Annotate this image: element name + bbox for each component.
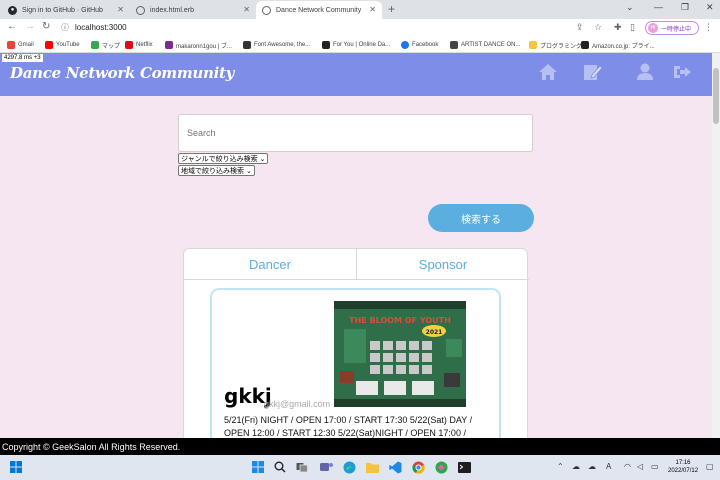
poster-title: THE BLOOM OF YOUTH <box>349 316 451 325</box>
globe-icon <box>262 5 271 15</box>
menu-icon[interactable]: ⋮ <box>704 22 713 33</box>
bookmark-facebook[interactable]: Facebook <box>401 39 438 51</box>
site-footer: Copyright © GeekSalon All Rights Reserve… <box>0 438 720 455</box>
chrome-icon[interactable] <box>410 459 426 475</box>
edit-icon[interactable] <box>583 63 603 81</box>
search-button[interactable]: 検索する <box>428 204 534 232</box>
close-icon[interactable]: ✕ <box>117 5 124 14</box>
windows-taskbar <box>0 455 720 480</box>
bookmark-foryou[interactable]: For You | Online Da... <box>322 39 390 51</box>
netflix-icon <box>125 41 133 49</box>
address-bar[interactable]: localhost:3000 <box>75 23 127 32</box>
maximize-icon[interactable]: ❐ <box>681 2 689 13</box>
bookmark-gmail[interactable]: Gmail <box>7 39 34 51</box>
forward-icon[interactable]: → <box>25 21 35 32</box>
home-icon[interactable] <box>538 63 558 81</box>
folder-icon <box>529 41 537 49</box>
copyright-text: Copyright © GeekSalon All Rights Reserve… <box>2 441 181 452</box>
dancer-email: gkkj@gmail.com <box>264 399 331 409</box>
gmail-icon <box>7 41 15 49</box>
amazon-icon <box>581 41 589 49</box>
bookmark-makaronn[interactable]: makaronn1gou | ブ... <box>165 39 232 51</box>
dancer-description: 5/21(Fri) NIGHT / OPEN 17:00 / START 17:… <box>224 415 473 438</box>
fontawesome-icon <box>243 41 251 49</box>
vscode-icon[interactable] <box>387 459 403 475</box>
task-view-icon[interactable] <box>294 459 310 475</box>
facebook-icon <box>401 41 409 49</box>
close-icon[interactable]: ✕ <box>369 5 376 14</box>
teams-icon[interactable] <box>318 459 334 475</box>
bookmark-maps[interactable]: マップ <box>91 39 120 51</box>
bookmark-amazon[interactable]: Amazon.co.jp: プライ... <box>581 39 655 51</box>
bookmark-fontawesome[interactable]: Font Awesome, the... <box>243 39 310 51</box>
globe-icon <box>136 5 145 15</box>
avatar: HI <box>648 23 658 33</box>
tab-dancer[interactable]: Dancer <box>184 249 356 279</box>
area-select[interactable]: 地域で絞り込み検索 ⌄ <box>178 165 255 176</box>
notification-icon[interactable]: ▢ <box>706 462 714 471</box>
close-window-icon[interactable]: ✕ <box>706 2 714 13</box>
poster-year: 2021 <box>426 329 443 336</box>
bookmark-artist-dance[interactable]: ARTIST DANCE ON... <box>450 39 520 51</box>
perf-overlay: 4297.8 ms +3 <box>2 54 43 62</box>
site-logo[interactable]: Dance Network Community <box>10 64 234 82</box>
reload-icon[interactable]: ↻ <box>42 21 50 32</box>
share-icon[interactable]: ⇪ <box>576 22 584 33</box>
tab-index-erb[interactable]: index.html.erb ✕ <box>130 1 256 19</box>
new-tab-button[interactable]: + <box>388 2 395 16</box>
chevron-down-icon: ⌄ <box>257 155 266 163</box>
extensions-icon[interactable]: ✚ <box>614 22 622 33</box>
back-icon[interactable]: ← <box>7 21 17 32</box>
chevron-down-icon: ⌄ <box>244 167 252 175</box>
search-icon[interactable] <box>272 459 288 475</box>
bookmark-site-icon <box>165 41 173 49</box>
taskbar-clock[interactable]: 17:16 2022/07/12 <box>668 459 698 475</box>
start-icon[interactable] <box>250 459 266 475</box>
bookmark-youtube[interactable]: YouTube <box>45 39 80 51</box>
minimize-icon[interactable]: — <box>654 2 663 12</box>
cloud-sync-icon[interactable]: ☁ <box>588 462 596 471</box>
star-icon[interactable]: ☆ <box>594 22 602 33</box>
cloud-icon[interactable]: ☁ <box>572 462 580 471</box>
bookmark-site-icon <box>322 41 330 49</box>
bookmark-site-icon <box>450 41 458 49</box>
chevron-down-icon[interactable]: ⌄ <box>626 2 634 13</box>
youtube-icon <box>45 41 53 49</box>
terminal-icon[interactable] <box>456 459 472 475</box>
tab-underline <box>184 279 529 280</box>
logout-icon[interactable] <box>672 63 692 81</box>
sidepanel-icon[interactable]: ▯ <box>630 22 635 33</box>
ime-indicator[interactable]: A <box>606 462 611 471</box>
github-icon: ● <box>8 5 17 15</box>
chevron-up-icon[interactable]: ⌃ <box>557 462 564 471</box>
user-icon[interactable] <box>636 63 654 81</box>
windows-start-icon[interactable] <box>8 459 24 475</box>
search-input[interactable] <box>178 114 533 152</box>
tab-sponsor[interactable]: Sponsor <box>357 249 529 279</box>
bookmark-netflix[interactable]: Netflix <box>125 39 153 51</box>
app-icon[interactable] <box>433 459 449 475</box>
wifi-icon[interactable]: ◠ <box>624 462 631 471</box>
event-poster-image: THE BLOOM OF YOUTH 2021 <box>334 301 466 407</box>
info-icon[interactable]: ⓘ <box>61 22 69 33</box>
bookmark-programming[interactable]: プログラミング <box>529 39 582 51</box>
battery-icon[interactable]: ▭ <box>651 462 659 471</box>
tab-dance-network[interactable]: Dance Network Community ✕ <box>256 1 382 19</box>
poster-graphic: THE BLOOM OF YOUTH 2021 <box>334 301 466 407</box>
scrollbar-thumb[interactable] <box>713 68 719 124</box>
explorer-icon[interactable] <box>364 459 380 475</box>
tab-github[interactable]: ● Sign in to GitHub · GitHub ✕ <box>2 1 130 19</box>
maps-icon <box>91 41 99 49</box>
genre-select[interactable]: ジャンルで絞り込み検索 ⌄ <box>178 153 269 164</box>
speaker-icon[interactable]: ◁ <box>637 462 643 471</box>
edge-icon[interactable] <box>341 459 357 475</box>
profile-button[interactable]: HI 一時停止中 <box>645 21 699 35</box>
close-icon[interactable]: ✕ <box>243 5 250 14</box>
